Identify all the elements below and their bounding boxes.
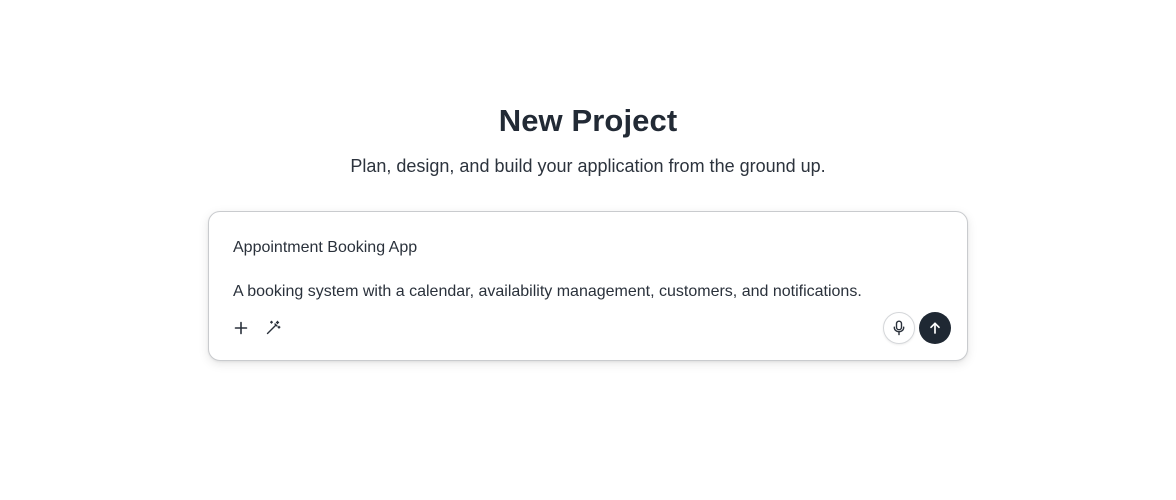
project-name-field[interactable]: Appointment Booking App (233, 238, 417, 258)
add-attachment-button[interactable] (231, 318, 251, 338)
magic-wand-icon (265, 320, 281, 336)
microphone-icon (892, 320, 906, 336)
arrow-up-icon (928, 321, 942, 335)
plus-icon (234, 321, 248, 335)
new-project-page: New Project Plan, design, and build your… (0, 0, 1176, 500)
project-description-field[interactable]: A booking system with a calendar, availa… (233, 282, 862, 302)
voice-input-button[interactable] (883, 312, 915, 344)
page-subtitle: Plan, design, and build your application… (350, 156, 826, 176)
send-button[interactable] (919, 312, 951, 344)
page-title: New Project (498, 103, 678, 138)
enhance-prompt-button[interactable] (263, 318, 283, 338)
project-prompt-composer[interactable]: Appointment Booking App A booking system… (208, 211, 968, 361)
